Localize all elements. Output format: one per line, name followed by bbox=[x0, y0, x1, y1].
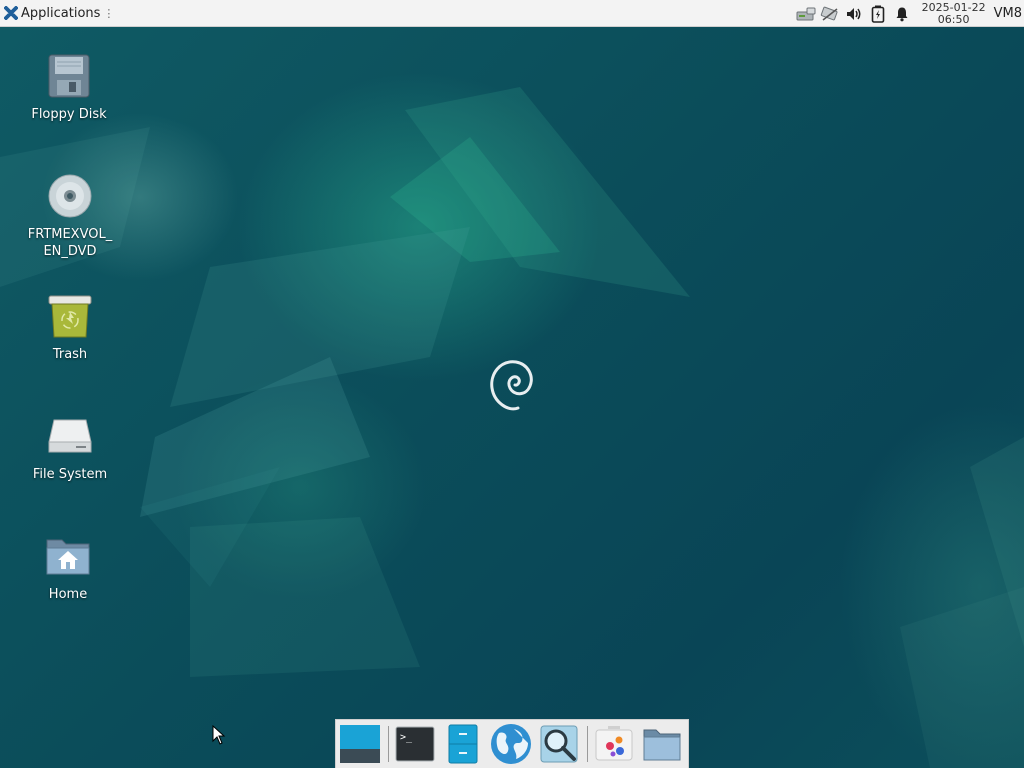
mouse-pointer-icon bbox=[212, 725, 226, 745]
debian-swirl-logo bbox=[490, 360, 533, 411]
system-tray: 2025-01-22 06:50 VM8 bbox=[794, 0, 1024, 27]
folder-button[interactable] bbox=[640, 721, 684, 767]
file-manager-icon bbox=[448, 724, 478, 764]
desktop-icon-home[interactable]: Home bbox=[18, 532, 118, 603]
home-folder-icon bbox=[44, 532, 92, 580]
floppy-disk-icon bbox=[45, 52, 93, 100]
battery-icon[interactable] bbox=[866, 0, 890, 27]
web-browser-icon bbox=[491, 724, 532, 764]
terminal-icon: >_ bbox=[395, 726, 435, 762]
dock-separator bbox=[587, 726, 588, 762]
clock-date: 2025-01-22 bbox=[921, 0, 986, 14]
panel-grip-icon: ⋮ bbox=[103, 6, 115, 20]
clock-time: 06:50 bbox=[937, 12, 970, 26]
trash-icon bbox=[46, 292, 94, 340]
dock-separator bbox=[388, 726, 389, 762]
hard-drive-icon bbox=[46, 412, 94, 460]
desktop-icon-label: Floppy Disk bbox=[31, 107, 107, 122]
desktop-icon-floppy-disk[interactable]: Floppy Disk bbox=[19, 52, 119, 123]
app-finder-icon bbox=[540, 725, 578, 763]
desktop-icon-label: FRTMEXVOL_ EN_DVD bbox=[27, 227, 113, 259]
settings-button[interactable] bbox=[592, 721, 636, 767]
desktop-icon-label: File System bbox=[32, 467, 108, 482]
volume-icon[interactable] bbox=[842, 0, 866, 27]
notification-bell-icon[interactable] bbox=[890, 0, 914, 27]
applications-menu-button[interactable]: Applications ⋮ bbox=[0, 0, 118, 27]
xfce-logo-icon bbox=[4, 6, 18, 20]
terminal-button[interactable]: >_ bbox=[393, 721, 437, 767]
app-finder-button[interactable] bbox=[537, 721, 581, 767]
optical-disc-icon bbox=[46, 172, 94, 220]
desktop-icon-label: Trash bbox=[52, 347, 88, 362]
file-manager-button[interactable] bbox=[441, 721, 485, 767]
network-disconnected-icon[interactable] bbox=[818, 0, 842, 27]
clock[interactable]: 2025-01-22 06:50 bbox=[914, 0, 994, 26]
desktop-icon-trash[interactable]: Trash bbox=[20, 292, 120, 363]
vm-name-label: VM8 bbox=[993, 6, 1022, 21]
web-browser-button[interactable] bbox=[489, 721, 533, 767]
settings-icon bbox=[595, 726, 633, 761]
svg-text:>_: >_ bbox=[400, 732, 413, 743]
show-desktop-button[interactable] bbox=[338, 721, 382, 767]
top-panel: Applications ⋮ 2025-01-22 06:50 VM8 bbox=[0, 0, 1024, 27]
desktop-icon-dvd[interactable]: FRTMEXVOL_ EN_DVD bbox=[20, 172, 120, 260]
dock-panel: >_ bbox=[335, 719, 689, 768]
network-wired-icon[interactable] bbox=[794, 0, 818, 27]
show-desktop-icon bbox=[340, 725, 381, 763]
desktop-icon-file-system[interactable]: File System bbox=[20, 412, 120, 483]
folder-icon bbox=[643, 729, 681, 761]
desktop-icon-label: Home bbox=[48, 587, 88, 602]
applications-menu-label: Applications bbox=[21, 5, 101, 21]
